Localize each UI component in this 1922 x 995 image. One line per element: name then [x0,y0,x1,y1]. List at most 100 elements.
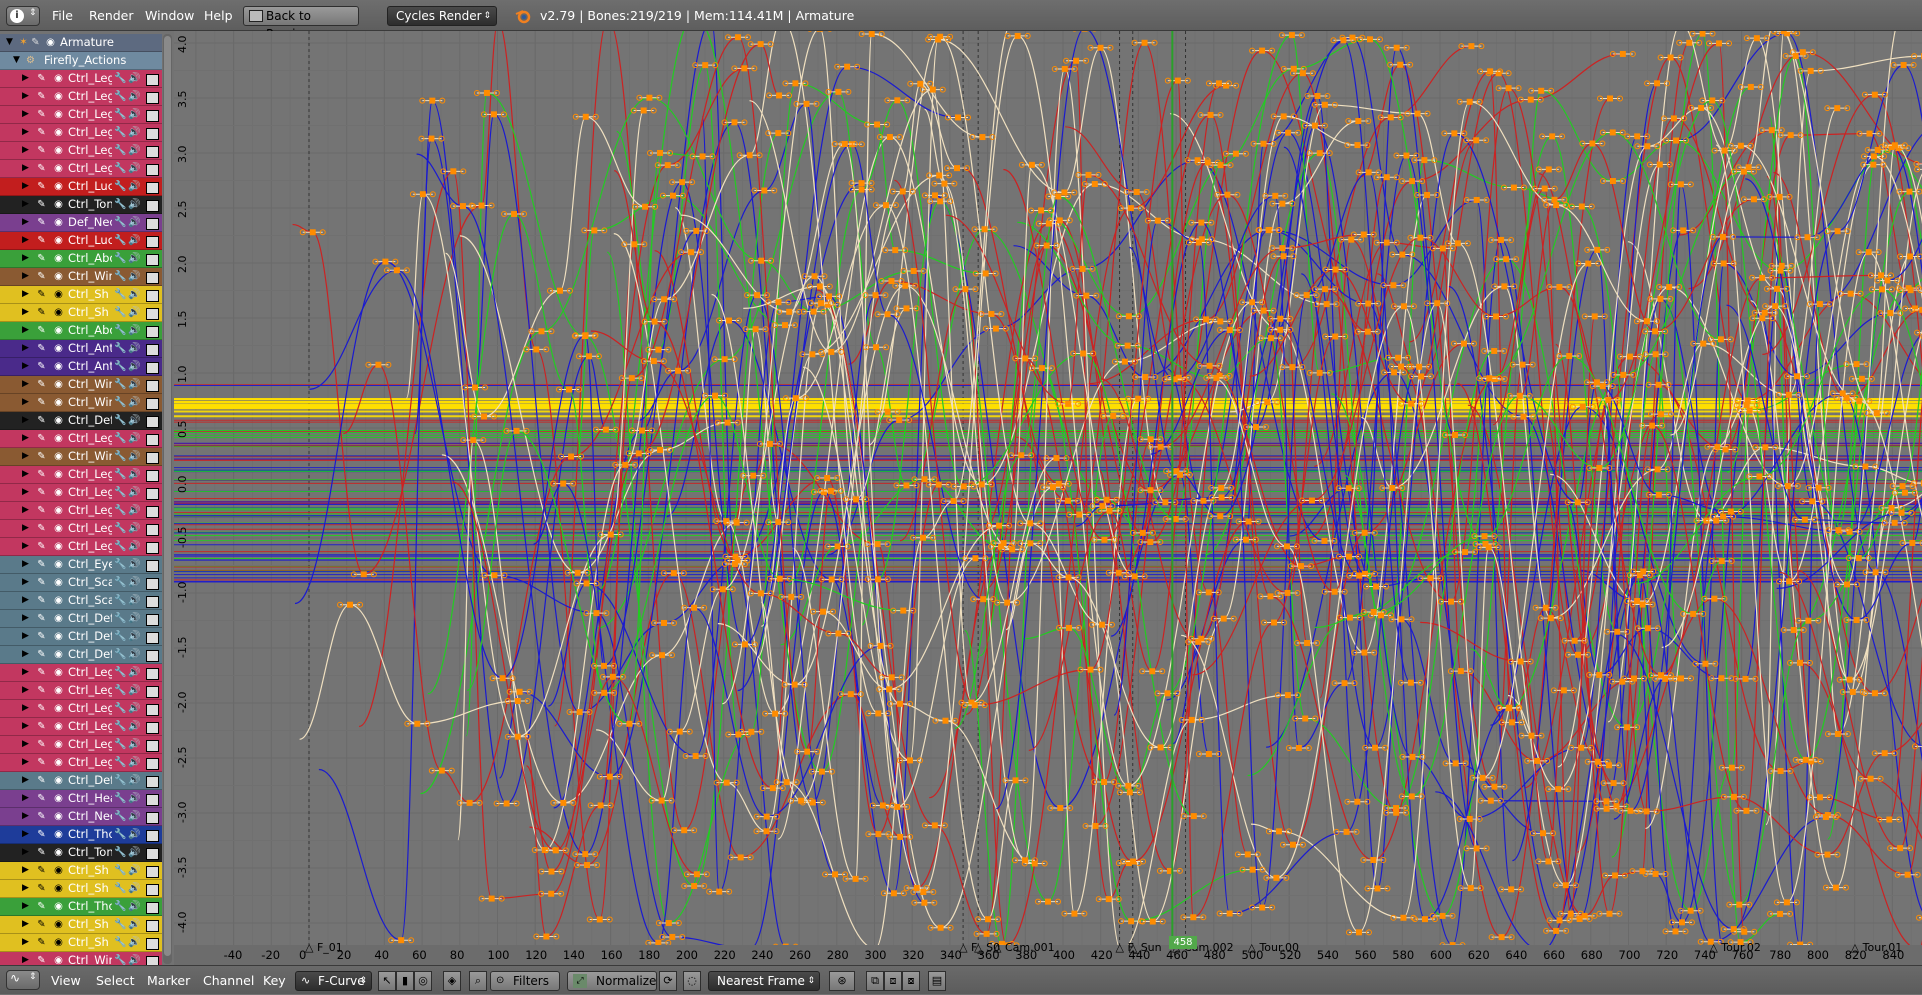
speaker-icon[interactable]: 🔊 [128,252,141,265]
speaker-icon[interactable]: 🔊 [128,324,141,337]
lock-icon[interactable] [146,380,159,392]
speaker-icon[interactable]: 🔊 [128,396,141,409]
eye-icon[interactable]: ◉ [52,864,65,877]
wrench-icon[interactable]: 🔧 [114,792,127,805]
eye-icon[interactable]: ◉ [52,72,65,85]
pin-icon[interactable]: ✎ [35,234,48,247]
lock-icon[interactable] [146,128,159,140]
speaker-icon[interactable]: 🔊 [128,774,141,787]
speaker-icon[interactable]: 🔊 [128,270,141,283]
wrench-icon[interactable]: 🔧 [114,900,127,913]
eye-icon[interactable]: ◉ [52,648,65,661]
lock-icon[interactable] [146,668,159,680]
eye-icon[interactable]: ◉ [44,36,57,49]
expand-triangle-icon[interactable]: ▶ [19,684,32,697]
expand-triangle-icon[interactable]: ▶ [19,810,32,823]
expand-triangle-icon[interactable]: ▶ [19,504,32,517]
wrench-icon[interactable]: 🔧 [114,126,127,139]
channel-group-row[interactable]: ▶✎◉Ctrl_Nec🔧🔊 [0,808,162,826]
channel-group-row[interactable]: ▶✎◉Ctrl_Leg🔧🔊 [0,88,162,106]
channel-group-row[interactable]: ▶✎◉Ctrl_Sh🔧🔊 [0,880,162,898]
lock-icon[interactable] [146,614,159,626]
channel-group-row[interactable]: ▶✎◉Ctrl_Ton🔧🔊 [0,844,162,862]
pin-icon[interactable]: ✎ [35,126,48,139]
pin-icon[interactable]: ✎ [35,756,48,769]
expand-triangle-icon[interactable]: ▶ [19,540,32,553]
pin-icon[interactable]: ✎ [35,630,48,643]
lock-icon[interactable] [146,110,159,122]
fcurve-plot[interactable] [174,31,1922,965]
channel-group-row[interactable]: ▶✎◉Ctrl_Tho🔧🔊 [0,826,162,844]
pin-icon[interactable]: ✎ [35,558,48,571]
expand-triangle-icon[interactable]: ▶ [19,324,32,337]
eye-icon[interactable]: ◉ [52,540,65,553]
eye-icon[interactable]: ◉ [52,450,65,463]
wrench-icon[interactable]: 🔧 [114,162,127,175]
expand-triangle-icon[interactable]: ▶ [19,702,32,715]
bake-button[interactable]: ▤ [928,971,946,991]
wrench-icon[interactable]: 🔧 [114,180,127,193]
pin-icon[interactable]: ✎ [35,342,48,355]
marker-label[interactable]: △ Sun [1129,941,1162,954]
graph-editor-canvas[interactable]: 4.03.53.02.52.01.51.00.50.0-0.5-1.0-1.5-… [174,31,1922,965]
speaker-icon[interactable]: 🔊 [128,720,141,733]
wrench-icon[interactable]: 🔧 [114,576,127,589]
expand-triangle-icon[interactable]: ▶ [19,900,32,913]
eye-icon[interactable]: ◉ [52,90,65,103]
channel-group-row[interactable]: ▶✎◉Ctrl_Tho🔧🔊 [0,898,162,916]
cursor-tool-button[interactable]: ↖ [378,971,396,991]
channel-group-row[interactable]: ▶✎◉Ctrl_Def🔧🔊 [0,610,162,628]
lock-icon[interactable] [146,200,159,212]
pin-icon[interactable]: ✎ [35,522,48,535]
lock-icon[interactable] [146,92,159,104]
expand-triangle-icon[interactable]: ▶ [19,216,32,229]
expand-triangle-icon[interactable]: ▶ [19,864,32,877]
pin-icon[interactable]: ✎ [35,684,48,697]
speaker-icon[interactable]: 🔊 [128,648,141,661]
expand-triangle-icon[interactable]: ▶ [19,234,32,247]
lock-icon[interactable] [146,830,159,842]
wrench-icon[interactable]: 🔧 [114,468,127,481]
channel-group-row[interactable]: ▶✎◉Ctrl_Sh🔧🔊 [0,934,162,952]
lock-icon[interactable] [146,902,159,914]
expand-triangle-icon[interactable]: ▶ [19,72,32,85]
eye-icon[interactable]: ◉ [52,828,65,841]
lock-icon[interactable] [146,776,159,788]
lock-icon[interactable] [146,524,159,536]
eye-icon[interactable]: ◉ [52,108,65,121]
expand-triangle-icon[interactable]: ▶ [19,756,32,769]
pin-icon[interactable]: ✎ [35,864,48,877]
channel-group-row[interactable]: ▶✎◉Ctrl_Luc🔧🔊 [0,178,162,196]
only-selected-button[interactable]: ◈ [443,971,461,991]
expand-triangle-icon[interactable]: ▶ [19,252,32,265]
lock-icon[interactable] [146,866,159,878]
channel-group-row[interactable]: ▶✎◉Ctrl_Leg🔧🔊 [0,160,162,178]
pin-icon[interactable]: ✎ [35,648,48,661]
pin-icon[interactable]: ✎ [35,270,48,283]
speaker-icon[interactable]: 🔊 [128,810,141,823]
pin-icon[interactable]: ✎ [35,108,48,121]
lock-icon[interactable] [146,848,159,860]
speaker-icon[interactable]: 🔊 [128,234,141,247]
expand-triangle-icon[interactable]: ▶ [19,486,32,499]
speaker-icon[interactable]: 🔊 [128,684,141,697]
expand-triangle-icon[interactable]: ▶ [19,342,32,355]
pin-icon[interactable]: ✎ [35,702,48,715]
menu-view[interactable]: View [51,966,81,995]
wrench-icon[interactable]: 🔧 [114,846,127,859]
mode-select[interactable]: ∿ F-Curve ⇕ [295,971,372,991]
channel-armature[interactable]: ▼ ✶ ✎ ◉ Armature [0,34,162,52]
editor-type-button[interactable]: ∿ ⇕ [6,970,40,990]
lock-icon[interactable] [146,686,159,698]
lock-icon[interactable] [146,560,159,572]
expand-triangle-icon[interactable]: ▶ [19,882,32,895]
channel-group-row[interactable]: ▶✎◉Ctrl_Leg🔧🔊 [0,682,162,700]
menu-help[interactable]: Help [204,0,233,31]
pin-icon[interactable]: ✎ [35,846,48,859]
marker-label[interactable]: △ F_01 [305,941,343,954]
expand-triangle-icon[interactable]: ▶ [19,774,32,787]
eye-icon[interactable]: ◉ [52,522,65,535]
wrench-icon[interactable]: 🔧 [114,630,127,643]
expand-triangle-icon[interactable]: ▶ [19,936,32,949]
pin-icon[interactable]: ✎ [35,792,48,805]
